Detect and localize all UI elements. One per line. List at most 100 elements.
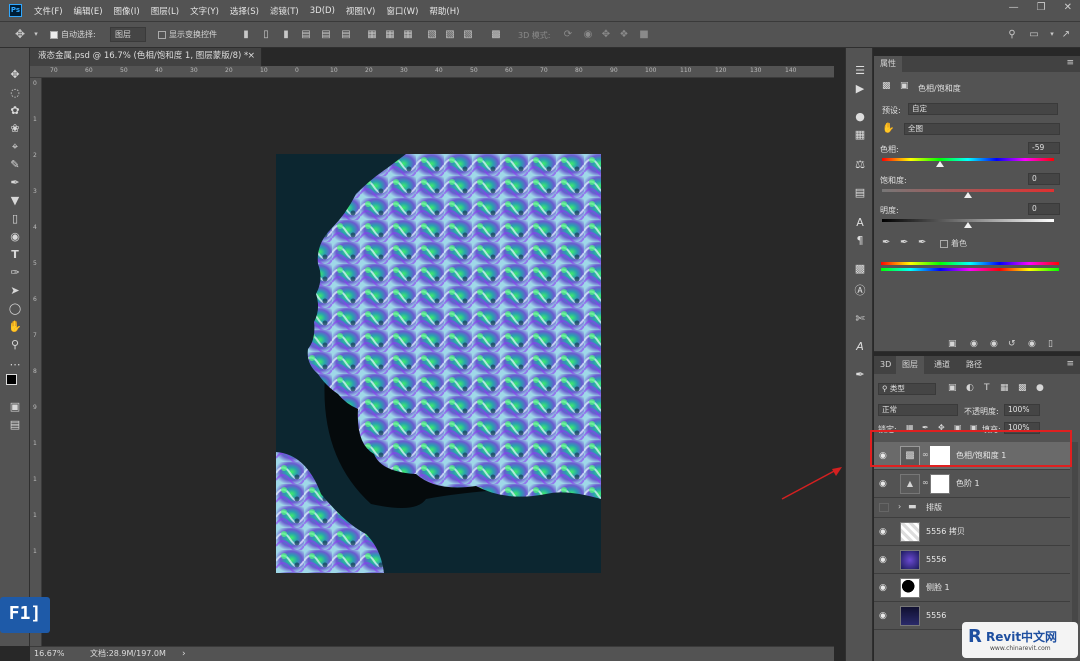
workspace-icon[interactable]: ▭: [1028, 29, 1040, 40]
adjustments-icon[interactable]: ⚖: [853, 158, 867, 172]
glyphs-icon[interactable]: Ⓐ: [853, 284, 867, 298]
menu-file[interactable]: 文件(F): [34, 5, 63, 17]
styles-icon[interactable]: ▩: [853, 262, 867, 276]
eye-icon[interactable]: ◉: [879, 555, 891, 565]
filter-adjustment-icon[interactable]: ◐: [966, 383, 974, 393]
zoom-tool-icon[interactable]: ⚲: [8, 338, 22, 352]
color-icon[interactable]: ●: [853, 110, 867, 124]
align-left-icon[interactable]: ▮: [240, 29, 252, 40]
menu-view[interactable]: 视图(V): [346, 5, 375, 17]
preset-dropdown[interactable]: 自定: [908, 103, 1058, 115]
crop-tool-icon[interactable]: ⌖: [8, 140, 22, 154]
layer-row[interactable]: ◉ 5556 拷贝: [874, 518, 1070, 546]
hue-input[interactable]: -59: [1028, 142, 1060, 154]
eye-icon[interactable]: ◉: [879, 479, 891, 489]
more-tools-icon[interactable]: ⋯: [8, 358, 22, 372]
3d-scale-icon[interactable]: ■: [638, 29, 650, 40]
layer-name[interactable]: 排版: [926, 498, 942, 518]
distribute-middle-icon[interactable]: ▦: [384, 29, 396, 40]
tab-paths[interactable]: 路径: [960, 356, 988, 374]
layer-name[interactable]: 侧脸 1: [926, 574, 950, 602]
visibility-empty-box[interactable]: [879, 503, 889, 512]
close-icon[interactable]: ✕: [1064, 2, 1072, 13]
quick-select-icon[interactable]: ❀: [8, 122, 22, 136]
pen-tool-icon[interactable]: ✑: [8, 266, 22, 280]
character-icon[interactable]: A: [853, 216, 867, 230]
menu-3d[interactable]: 3D(D): [310, 6, 335, 16]
layer-name[interactable]: 5556: [926, 546, 946, 574]
menu-filter[interactable]: 滤镜(T): [270, 5, 299, 17]
align-top-icon[interactable]: ▤: [300, 29, 312, 40]
eye-icon[interactable]: ◉: [879, 527, 891, 537]
filter-toggle-icon[interactable]: ●: [1036, 383, 1044, 393]
filter-shape-icon[interactable]: ▦: [1000, 383, 1009, 393]
layer-mask-thumbnail[interactable]: [930, 474, 950, 494]
channel-dropdown[interactable]: 全图: [904, 123, 1060, 135]
align-center-icon[interactable]: ▯: [260, 29, 272, 40]
menu-help[interactable]: 帮助(H): [429, 5, 459, 17]
char-styles-icon[interactable]: A: [853, 340, 867, 354]
tab-properties[interactable]: 属性: [874, 56, 902, 72]
filter-pixel-icon[interactable]: ▣: [948, 383, 957, 393]
distribute-top-icon[interactable]: ▦: [366, 29, 378, 40]
layer-kind-filter[interactable]: ⚲ 类型: [878, 383, 936, 395]
auto-align-icon[interactable]: ▩: [490, 29, 502, 40]
toggle-visibility-icon[interactable]: ◉: [990, 339, 998, 349]
screen-mode-icon[interactable]: ▤: [8, 418, 22, 432]
layer-name[interactable]: 5556: [926, 602, 946, 630]
layer-name[interactable]: 色阶 1: [956, 470, 980, 498]
distribute-center-icon[interactable]: ▧: [444, 29, 456, 40]
3d-roll-icon[interactable]: ◉: [582, 29, 594, 40]
menu-image[interactable]: 图像(I): [114, 5, 140, 17]
foreground-color-swatch[interactable]: [6, 374, 17, 385]
eyedropper-icon[interactable]: ✎: [8, 158, 22, 172]
eye-icon[interactable]: ◉: [879, 611, 891, 621]
stamp-tool-icon[interactable]: ▼: [8, 194, 22, 208]
chevron-right-icon[interactable]: ›: [898, 502, 901, 511]
tab-channels[interactable]: 通道: [928, 356, 956, 374]
align-right-icon[interactable]: ▮: [280, 29, 292, 40]
saturation-slider-thumb[interactable]: [964, 192, 972, 198]
marquee-tool-icon[interactable]: ◌: [8, 86, 22, 100]
chevron-down-icon[interactable]: ▾: [1046, 29, 1058, 40]
close-icon[interactable]: ×: [247, 48, 255, 65]
menu-select[interactable]: 选择(S): [230, 5, 259, 17]
document-canvas[interactable]: [276, 154, 601, 573]
tab-3d[interactable]: 3D: [874, 356, 897, 374]
auto-select-checkbox[interactable]: 自动选择:: [50, 29, 96, 40]
align-bottom-icon[interactable]: ▤: [340, 29, 352, 40]
quick-mask-icon[interactable]: ▣: [8, 400, 22, 414]
hue-slider-thumb[interactable]: [935, 161, 944, 167]
hand-adjust-icon[interactable]: ✋: [882, 123, 894, 134]
ellipse-tool-icon[interactable]: ◯: [8, 302, 22, 316]
actions-icon[interactable]: ▶: [853, 82, 867, 96]
lightness-input[interactable]: 0: [1028, 203, 1060, 215]
brush-tool-icon[interactable]: ✒: [8, 176, 22, 190]
canvas-area[interactable]: [42, 78, 842, 646]
hue-slider-track[interactable]: [882, 158, 1054, 161]
path-select-icon[interactable]: ➤: [8, 284, 22, 298]
3d-pan-icon[interactable]: ✥: [600, 29, 612, 40]
link-icon[interactable]: ∞: [922, 478, 929, 487]
document-tab[interactable]: 液态金属.psd @ 16.7% (色相/饱和度 1, 图层蒙版/8) * ×: [30, 48, 262, 66]
tool-presets-icon[interactable]: ✄: [853, 312, 867, 326]
layer-row[interactable]: ◉ ▲ ∞ 色阶 1: [874, 470, 1070, 498]
history-icon[interactable]: ☰: [853, 64, 867, 78]
chevron-right-icon[interactable]: ›: [182, 647, 186, 661]
3d-slide-icon[interactable]: ❖: [618, 29, 630, 40]
menu-window[interactable]: 窗口(W): [386, 5, 418, 17]
brush-settings-icon[interactable]: ✒: [853, 368, 867, 382]
hand-tool-icon[interactable]: ✋: [8, 320, 22, 334]
distribute-left-icon[interactable]: ▧: [426, 29, 438, 40]
filter-smart-icon[interactable]: ▩: [1018, 383, 1027, 393]
opacity-input[interactable]: 100%: [1004, 404, 1040, 416]
move-tool-icon[interactable]: ✥: [8, 68, 22, 82]
share-icon[interactable]: ↗: [1060, 29, 1072, 40]
search-icon[interactable]: ⚲: [1006, 29, 1018, 40]
eyedropper-icon[interactable]: ✒: [882, 237, 890, 248]
tab-layers[interactable]: 图层: [896, 356, 924, 374]
show-transform-checkbox[interactable]: 显示变换控件: [158, 29, 217, 40]
eye-icon[interactable]: ◉: [1028, 339, 1036, 349]
restore-icon[interactable]: ❐: [1037, 2, 1046, 13]
layer-row[interactable]: ◉ 5556: [874, 546, 1070, 574]
